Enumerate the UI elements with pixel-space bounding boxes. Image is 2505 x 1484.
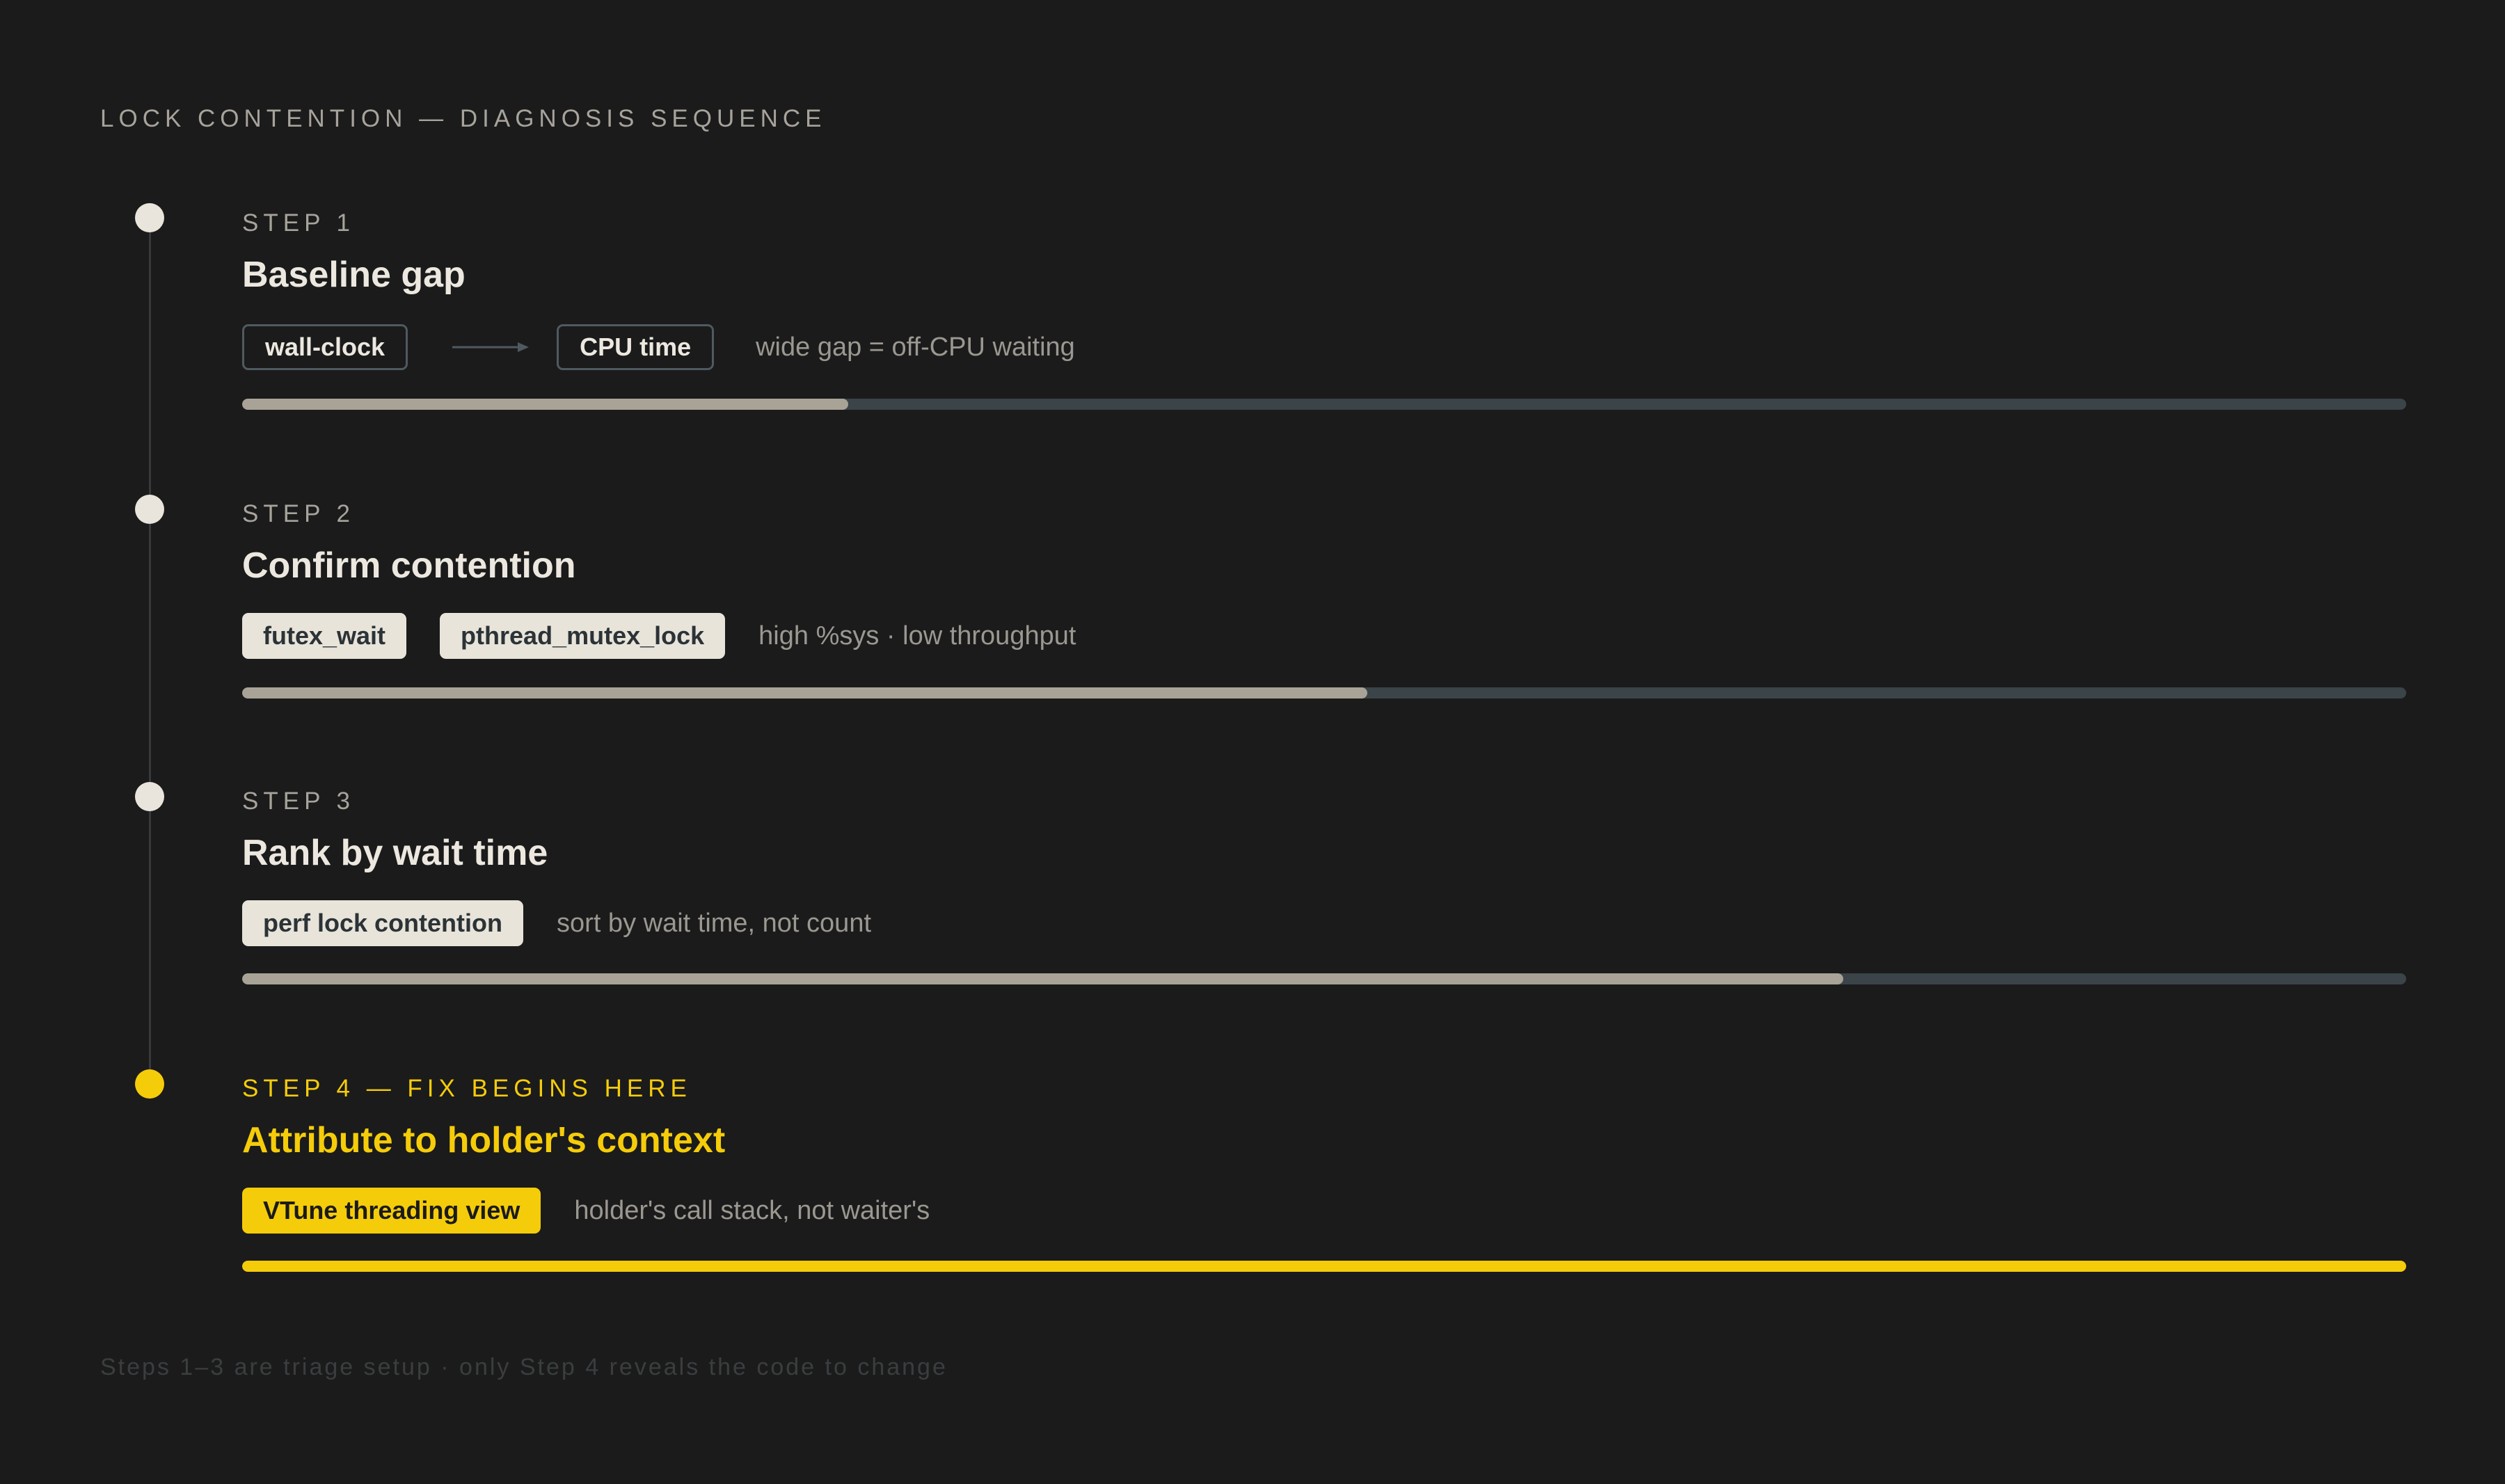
- step-note: holder's call stack, not waiter's: [574, 1195, 930, 1225]
- perf-lock-contention-pill: perf lock contention: [242, 900, 524, 946]
- step-2-row: futex_wait pthread_mutex_lock high %sys …: [242, 611, 1076, 661]
- step-1-progress-bar: [242, 399, 2406, 410]
- step-note: high %sys · low throughput: [758, 621, 1076, 651]
- step-1-row: wall-clock CPU time wide gap = off-CPU w…: [242, 322, 1075, 372]
- pthread-mutex-lock-pill: pthread_mutex_lock: [440, 613, 726, 659]
- arrow-right-icon: [452, 342, 530, 352]
- step-title: Baseline gap: [242, 255, 466, 295]
- progress-fill: [242, 1261, 2406, 1272]
- step-2-marker: [135, 495, 164, 524]
- step-note: wide gap = off-CPU waiting: [756, 332, 1075, 362]
- step-label: STEP 4 — FIX BEGINS HERE: [242, 1075, 692, 1102]
- futex-wait-pill: futex_wait: [242, 613, 407, 659]
- step-3-row: perf lock contention sort by wait time, …: [242, 898, 871, 948]
- step-3-marker: [135, 782, 164, 811]
- step-4: STEP 4 — FIX BEGINS HERE Attribute to ho…: [242, 1074, 2406, 1283]
- step-label: STEP 2: [242, 500, 355, 527]
- step-3-progress-bar: [242, 973, 2406, 984]
- step-1: STEP 1 Baseline gap wall-clock CPU time …: [242, 209, 2406, 417]
- step-title: Rank by wait time: [242, 833, 548, 873]
- step-title: Confirm contention: [242, 545, 576, 586]
- progress-fill: [242, 687, 1368, 699]
- diagram-header: LOCK CONTENTION — DIAGNOSIS SEQUENCE: [100, 105, 827, 132]
- footer-note: Steps 1–3 are triage setup · only Step 4…: [100, 1354, 948, 1380]
- step-label: STEP 3: [242, 788, 355, 815]
- step-4-row: VTune threading view holder's call stack…: [242, 1186, 930, 1236]
- timeline-rail: [149, 223, 151, 1080]
- progress-fill: [242, 973, 1844, 984]
- step-4-marker: [135, 1069, 164, 1099]
- step-4-progress-bar: [242, 1261, 2406, 1272]
- step-title: Attribute to holder's context: [242, 1120, 726, 1160]
- step-label: STEP 1: [242, 209, 355, 237]
- step-2-progress-bar: [242, 687, 2406, 699]
- cpu-time-pill: CPU time: [557, 324, 715, 370]
- progress-fill: [242, 399, 848, 410]
- step-note: sort by wait time, not count: [557, 908, 872, 938]
- step-1-marker: [135, 203, 164, 232]
- wall-clock-pill: wall-clock: [242, 324, 408, 370]
- vtune-threading-view-pill: VTune threading view: [242, 1188, 541, 1234]
- step-2: STEP 2 Confirm contention futex_wait pth…: [242, 500, 2406, 708]
- step-3: STEP 3 Rank by wait time perf lock conte…: [242, 787, 2406, 996]
